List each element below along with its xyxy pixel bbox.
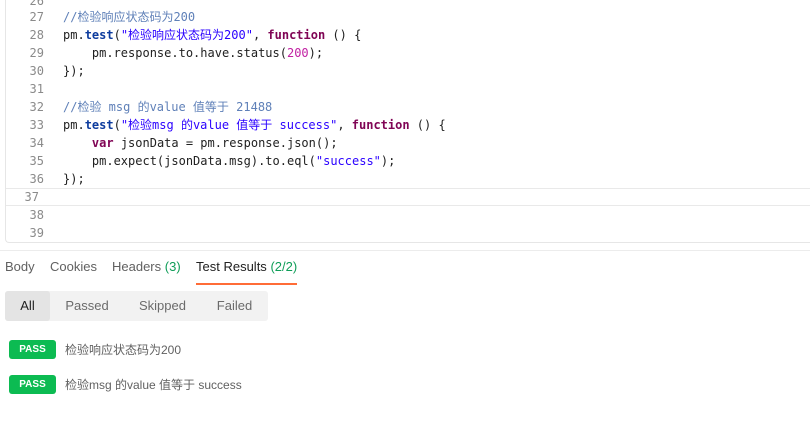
- code-token: );: [380, 154, 396, 168]
- test-result-name: 检验msg 的value 值等于 success: [65, 378, 242, 392]
- filter-all[interactable]: All: [5, 291, 50, 321]
- line-number: 35: [29, 154, 44, 168]
- line-number: 33: [29, 118, 44, 132]
- filter-skipped[interactable]: Skipped: [124, 291, 201, 321]
- line-number: 31: [29, 82, 44, 96]
- code-token: () {: [409, 118, 446, 132]
- code-line: 34 var jsonData = pm.response.json();: [6, 134, 810, 152]
- response-tabs: Body Cookies Headers (3) Test Results (2…: [0, 250, 810, 285]
- tab-headers[interactable]: Headers (3): [112, 259, 181, 283]
- code-token: var: [91, 136, 114, 150]
- tab-body[interactable]: Body: [5, 259, 35, 283]
- tab-cookies-label: Cookies: [50, 259, 97, 274]
- code-text: //检验 msg 的value 值等于 21488: [63, 98, 272, 116]
- code-line: 33 pm.test("检验msg 的value 值等于 success", fu…: [6, 116, 810, 134]
- code-token: test: [84, 118, 114, 132]
- code-text: var jsonData = pm.response.json();: [63, 134, 338, 152]
- active-code-line[interactable]: 37: [6, 188, 810, 206]
- code-token: "success": [315, 154, 381, 168]
- code-token: jsonData = pm.response.json();: [113, 136, 338, 150]
- line-number: 28: [29, 28, 44, 42]
- tab-body-label: Body: [5, 259, 35, 274]
- code-line: 36});: [6, 170, 810, 188]
- line-number: 37: [24, 190, 39, 204]
- code-token: //检验响应状态码为200: [63, 10, 196, 24]
- code-token: });: [63, 172, 85, 186]
- line-number: 32: [29, 100, 44, 114]
- result-filter-bar: All Passed Skipped Failed: [5, 291, 268, 321]
- code-token: pm.response.to.have.status(: [63, 46, 287, 60]
- code-line: 28 pm.test("检验响应状态码为200", function () {: [6, 26, 810, 44]
- code-text: //检验响应状态码为200: [63, 8, 195, 26]
- code-text: });: [63, 62, 85, 80]
- line-number: 39: [29, 226, 44, 240]
- code-token: function: [267, 28, 326, 42]
- code-line: 35 pm.expect(jsonData.msg).to.eql("succe…: [6, 152, 810, 170]
- code-token: test: [84, 28, 114, 42]
- code-text: });: [63, 170, 85, 188]
- code-token: (: [113, 118, 121, 132]
- line-number: 36: [29, 172, 44, 186]
- test-results-count: (2/2): [270, 259, 298, 274]
- tab-cookies[interactable]: Cookies: [50, 259, 97, 283]
- code-token: "检验响应状态码为200": [120, 28, 253, 42]
- code-token: "检验msg 的value 值等于 success": [120, 118, 338, 132]
- line-number: 30: [29, 64, 44, 78]
- pass-badge: PASS: [9, 340, 56, 359]
- line-number: 27: [29, 10, 44, 24]
- code-token: function: [351, 118, 410, 132]
- code-line: 39: [6, 224, 810, 242]
- code-line: 31: [6, 80, 810, 98]
- code-token: pm.expect(jsonData.msg).to.eql(: [63, 154, 316, 168]
- code-text: pm.response.to.have.status(200);: [63, 44, 323, 62]
- code-token: pm.: [63, 118, 85, 132]
- line-number: 34: [29, 136, 44, 150]
- tab-test-results-label: Test Results: [196, 259, 267, 274]
- code-token: () {: [325, 28, 362, 42]
- code-token: (: [113, 28, 121, 42]
- code-line: 32 //检验 msg 的value 值等于 21488: [6, 98, 810, 116]
- code-line: 30});: [6, 62, 810, 80]
- code-token: });: [63, 64, 85, 78]
- pass-badge: PASS: [9, 375, 56, 394]
- headers-count: (3): [164, 259, 181, 274]
- code-line: 29 pm.response.to.have.status(200);: [6, 44, 810, 62]
- code-token: ,: [337, 118, 352, 132]
- code-text: pm.test("检验响应状态码为200", function () {: [63, 26, 361, 44]
- filter-passed[interactable]: Passed: [50, 291, 124, 321]
- code-text: pm.test("检验msg 的value 值等于 success", func…: [63, 116, 446, 134]
- filter-failed[interactable]: Failed: [201, 291, 268, 321]
- code-line: 38: [6, 206, 810, 224]
- code-token: );: [308, 46, 324, 60]
- line-number: 38: [29, 208, 44, 222]
- code-token: //检验 msg 的value 值等于 21488: [63, 100, 273, 114]
- script-editor[interactable]: 26 27//检验响应状态码为200 28 pm.test("检验响应状态码为20…: [5, 0, 810, 243]
- tab-headers-label: Headers: [112, 259, 162, 274]
- code-line: 27 //检验响应状态码为200: [6, 8, 810, 26]
- code-token: ,: [252, 28, 268, 42]
- code-token: pm.: [63, 28, 85, 42]
- code-text: pm.expect(jsonData.msg).to.eql("success"…: [63, 152, 395, 170]
- code-token: 200: [286, 46, 309, 60]
- test-result-name: 检验响应状态码为200: [65, 343, 182, 357]
- tab-test-results[interactable]: Test Results (2/2): [196, 259, 298, 285]
- line-number: 29: [29, 46, 44, 60]
